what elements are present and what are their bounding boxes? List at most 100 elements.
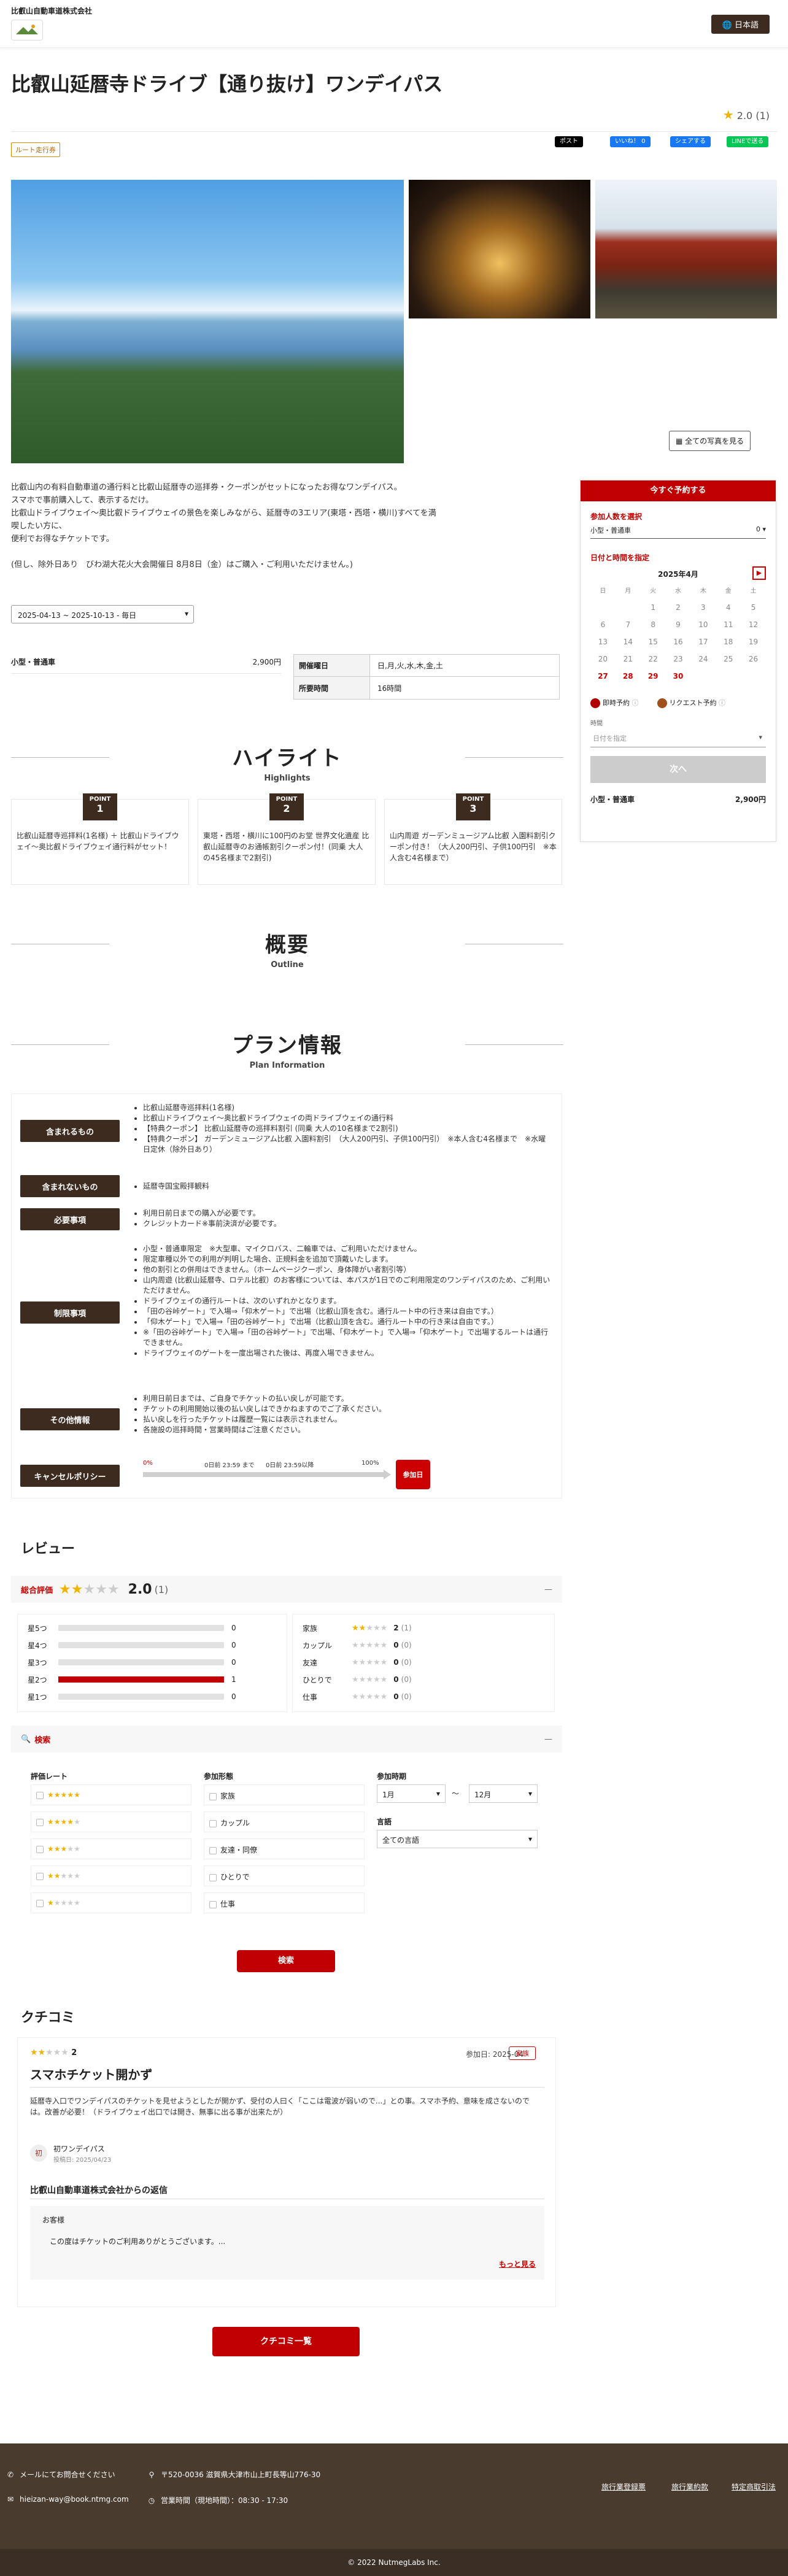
type-filter-option[interactable]: ひとりで (204, 1865, 365, 1886)
search-button[interactable]: 検索 (237, 1950, 335, 1972)
share-x-button[interactable]: ポスト (555, 136, 583, 147)
search-header[interactable]: 🔍 検索 — (11, 1726, 562, 1753)
calendar-day[interactable]: 5 (741, 603, 766, 612)
footer-link-travel-registration[interactable]: 旅行業登録票 (601, 2482, 646, 2492)
help-icon[interactable]: ⓘ (719, 699, 725, 707)
legend-request: リクエスト予約 ⓘ (657, 698, 725, 708)
checkbox[interactable] (36, 1845, 44, 1853)
calendar-day[interactable]: 24 (690, 655, 716, 663)
star-bar (58, 1694, 224, 1700)
date-range-select[interactable]: 2025-04-13 ~ 2025-10-13 - 毎日 (11, 605, 194, 623)
rating-filter-option[interactable]: ★★★★★ (31, 1892, 191, 1913)
period-from-select[interactable]: 1月 ▾ (377, 1784, 446, 1803)
line-share-button[interactable]: LINEで送る (727, 136, 769, 147)
divider (11, 1044, 109, 1045)
rating-filter-option[interactable]: ★★★★★ (31, 1865, 191, 1886)
calendar-day[interactable]: 27 (590, 672, 616, 681)
time-select[interactable]: 日付を指定 (590, 730, 766, 747)
language-button[interactable]: 🌐 日本語 (711, 15, 770, 34)
type-filter-option[interactable]: 友達・同僚 (204, 1838, 365, 1859)
calendar-day[interactable]: 17 (690, 638, 716, 646)
checkbox[interactable] (36, 1791, 44, 1799)
weekday-label: 金 (725, 588, 732, 595)
footer-contact: ✆ メールにてお問合せください (6, 2469, 115, 2480)
facebook-share-button[interactable]: シェアする (670, 136, 711, 147)
calendar-day[interactable]: 13 (590, 638, 616, 646)
next-button[interactable]: 次へ (590, 756, 766, 783)
footer-link-terms[interactable]: 旅行業約款 (671, 2482, 708, 2492)
footer-email[interactable]: ✉ hieizan-way@book.ntmg.com (6, 2495, 129, 2504)
review-list-button[interactable]: クチコミ一覧 (212, 2327, 360, 2356)
type-filter-option[interactable]: 家族 (204, 1784, 365, 1805)
checkbox[interactable] (36, 1872, 44, 1880)
calendar-day[interactable]: 15 (641, 638, 666, 646)
calendar-day[interactable]: 7 (616, 620, 641, 629)
checkbox[interactable] (209, 1792, 217, 1800)
photo-temple-corridor[interactable] (595, 180, 777, 318)
next-month-button[interactable]: ▶ (752, 566, 766, 580)
calendar-day[interactable]: 26 (741, 655, 766, 663)
calendar-day[interactable]: 18 (716, 638, 741, 646)
schedule-row: 所要時間 16時間 (294, 677, 559, 699)
checkbox[interactable] (209, 1819, 217, 1827)
calendar-day[interactable]: 29 (641, 672, 666, 681)
collapse-icon[interactable]: — (544, 1735, 552, 1744)
checkbox[interactable] (209, 1846, 217, 1854)
plan-item: 利用日前日までの購入が必要です。 (143, 1208, 553, 1219)
description-line: 比叡山内の有料自動車道の通行料と比叡山延暦寺の巡拝券・クーポンがセットになったお… (11, 483, 402, 492)
calendar-day[interactable]: 21 (616, 655, 641, 663)
facebook-like-button[interactable]: いいね！ 0 (610, 136, 651, 147)
pax-select[interactable]: 小型・普通車 0 ▾ (590, 525, 766, 539)
calendar-day[interactable]: 23 (666, 655, 691, 663)
rating-filter-option[interactable]: ★★★★★ (31, 1811, 191, 1832)
divider (30, 2087, 544, 2088)
overall-rating-header[interactable]: 総合評価 ★★★★★ 2.0 (1) — (11, 1576, 562, 1603)
type-filter-option[interactable]: カップル (204, 1811, 365, 1832)
calendar-day[interactable]: 9 (666, 620, 691, 629)
calendar-day[interactable]: 30 (666, 672, 691, 681)
calendar-day[interactable]: 3 (690, 603, 716, 612)
period-to-select[interactable]: 12月 ▾ (469, 1784, 538, 1803)
main-photo[interactable] (11, 180, 404, 463)
help-icon[interactable]: ⓘ (632, 699, 639, 707)
company-logo[interactable] (11, 20, 43, 40)
type-filter-option[interactable]: 仕事 (204, 1892, 365, 1913)
product-rating[interactable]: ★ 2.0 (1) (723, 107, 770, 122)
calendar-day[interactable]: 19 (741, 638, 766, 646)
all-photos-button[interactable]: ▦ 全ての写真を見る (669, 431, 751, 451)
read-more-link[interactable]: もっと見る (499, 2259, 536, 2269)
checkbox[interactable] (36, 1899, 44, 1907)
calendar-day[interactable]: 4 (716, 603, 741, 612)
calendar-day[interactable]: 10 (690, 620, 716, 629)
calendar-day[interactable]: 22 (641, 655, 666, 663)
star-empty-icon: ★ (352, 1657, 359, 1667)
calendar-day[interactable]: 12 (741, 620, 766, 629)
review-stars: ★★★★★ 2 (30, 2048, 77, 2057)
photo-temple-interior[interactable] (409, 180, 590, 318)
calendar-day[interactable]: 25 (716, 655, 741, 663)
star-rows: 星5つ 0 星4つ 0 星3つ 0 星2つ 1 星1つ 0 (18, 1619, 287, 1705)
point-number: 1 (96, 803, 104, 814)
footer-address: ⚲ 〒520-0036 滋賀県大津市山上町長等山776-30 (147, 2469, 321, 2480)
collapse-icon[interactable]: — (544, 1585, 552, 1594)
calendar-day[interactable]: 14 (616, 638, 641, 646)
checkbox[interactable] (209, 1900, 217, 1908)
calendar-day[interactable]: 20 (590, 655, 616, 663)
rating-filter-option[interactable]: ★★★★★ (31, 1838, 191, 1859)
calendar-day[interactable]: 2 (666, 603, 691, 612)
language-filter-label: 言語 (377, 1818, 392, 1826)
checkbox[interactable] (36, 1818, 44, 1826)
overall-count: (1) (154, 1583, 169, 1595)
calendar-day[interactable]: 16 (666, 638, 691, 646)
arrow-icon (384, 1470, 391, 1479)
language-select[interactable]: 全ての言語 ▾ (377, 1830, 538, 1848)
calendar-day[interactable]: 11 (716, 620, 741, 629)
calendar-day[interactable]: 6 (590, 620, 616, 629)
rating-filter-option[interactable]: ★★★★★ (31, 1784, 191, 1805)
type-row: 友達 ★★★★★ 0 (0) (293, 1654, 554, 1671)
checkbox[interactable] (209, 1873, 217, 1881)
calendar-day[interactable]: 28 (616, 672, 641, 681)
calendar-day[interactable]: 8 (641, 620, 666, 629)
calendar-day[interactable]: 1 (641, 603, 666, 612)
footer-link-commerce-law[interactable]: 特定商取引法 (732, 2482, 776, 2492)
